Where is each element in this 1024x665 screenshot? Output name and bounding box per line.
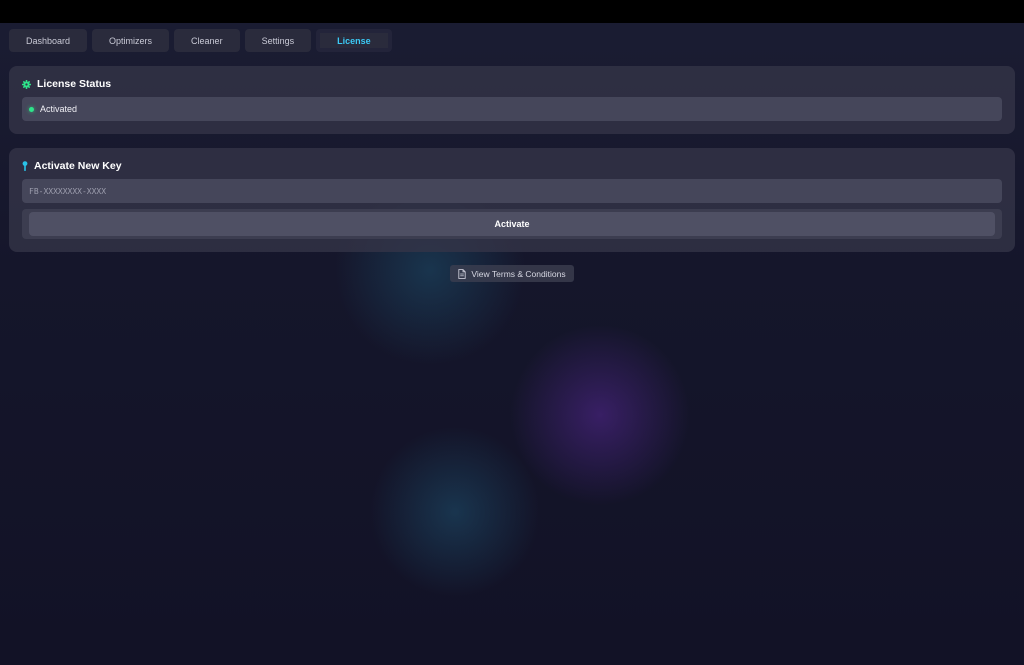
license-status-title: License Status: [37, 78, 112, 90]
main-nav: Dashboard Optimizers Cleaner Settings Li…: [0, 23, 1024, 58]
window-top-bar: [0, 0, 1024, 23]
license-status-text: Activated: [40, 104, 78, 114]
document-icon: [458, 268, 467, 279]
activate-key-title: Activate New Key: [34, 160, 122, 172]
activate-key-card: Activate New Key Activate: [9, 148, 1015, 252]
view-terms-button[interactable]: View Terms & Conditions: [450, 265, 574, 282]
tab-dashboard[interactable]: Dashboard: [9, 29, 88, 52]
pin-icon: [22, 161, 28, 171]
tab-license[interactable]: License: [316, 29, 392, 52]
license-key-input[interactable]: [22, 179, 1002, 203]
tab-cleaner[interactable]: Cleaner: [174, 29, 240, 52]
license-status-row: Activated: [22, 97, 1002, 121]
tab-settings[interactable]: Settings: [244, 29, 312, 52]
activate-button-container: Activate: [22, 209, 1002, 239]
activate-button[interactable]: Activate: [29, 212, 995, 236]
activate-key-header: Activate New Key: [22, 160, 122, 172]
status-dot-icon: [29, 106, 34, 112]
tab-optimizers[interactable]: Optimizers: [92, 29, 170, 52]
view-terms-label: View Terms & Conditions: [471, 268, 566, 279]
license-status-header: License Status: [22, 78, 111, 90]
license-status-card: License Status Activated: [9, 66, 1015, 134]
gear-icon: [22, 79, 31, 89]
